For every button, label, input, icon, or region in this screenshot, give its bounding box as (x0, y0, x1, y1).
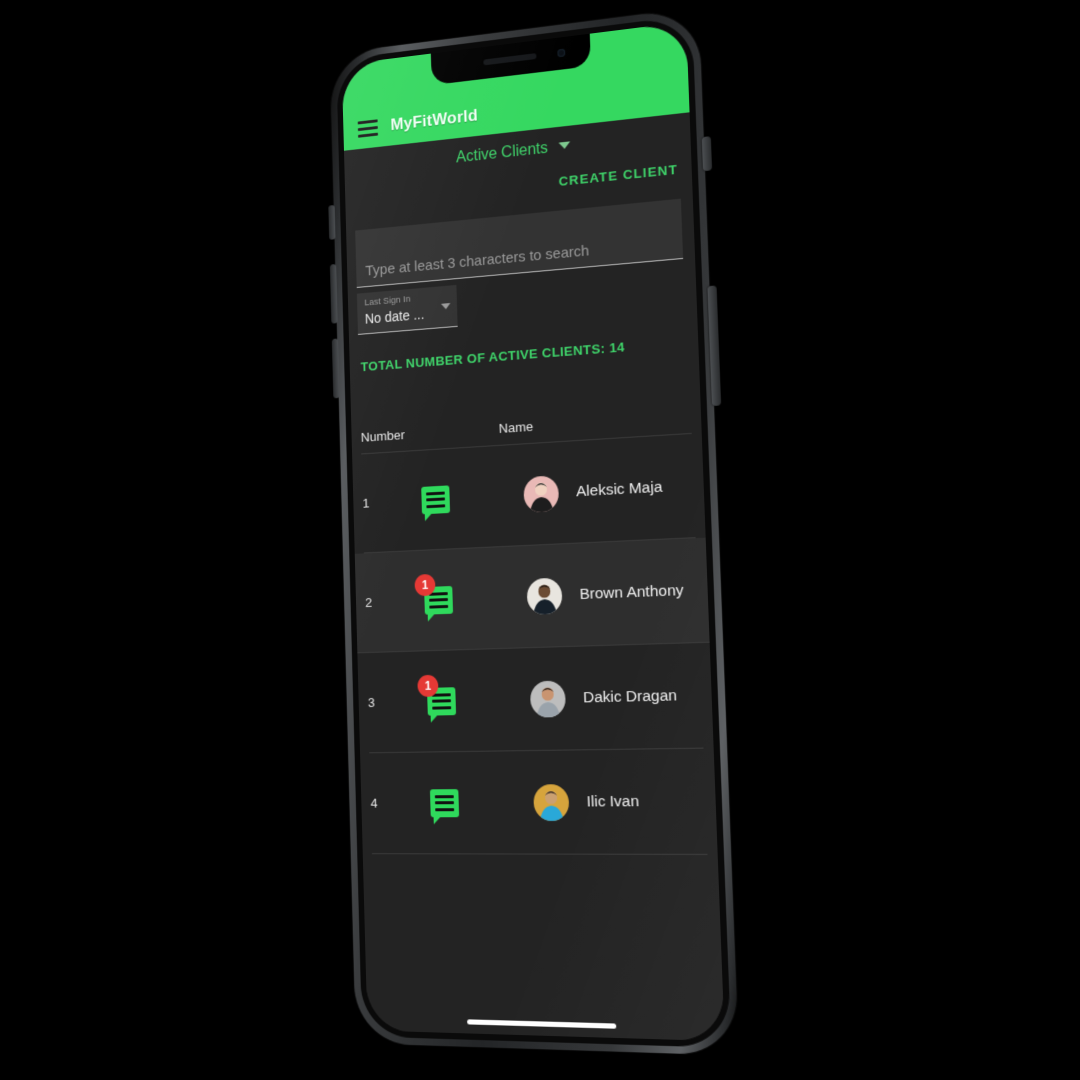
phone-mute-switch[interactable] (328, 205, 336, 240)
earpiece-speaker (483, 53, 537, 66)
phone-volume-down-button[interactable] (331, 338, 340, 399)
cell-client-name: Brown Anthony (579, 581, 684, 603)
chat-button[interactable]: 1 (402, 573, 528, 622)
unread-badge: 1 (417, 674, 439, 697)
chat-button[interactable]: 1 (405, 674, 531, 723)
avatar[interactable] (526, 577, 568, 615)
phone-side-button-top[interactable] (701, 136, 713, 172)
table-row[interactable]: 3 1 Dakic Dragan (366, 643, 704, 754)
cell-number: 1 (362, 495, 370, 511)
chevron-down-icon (558, 141, 571, 150)
client-list: 1 Aleksic Maja 2 1 Brown Anthony 3 1 Dakic Drag… (352, 433, 725, 1041)
column-header-number: Number (360, 427, 406, 445)
table-row[interactable]: 4 Ilic Ivan (369, 748, 708, 855)
app-title: MyFitWorld (390, 105, 479, 135)
table-row[interactable]: 2 1 Brown Anthony (354, 537, 710, 654)
phone-volume-up-button[interactable] (329, 263, 338, 324)
chat-bubble-icon[interactable] (429, 788, 460, 824)
chat-button[interactable] (407, 788, 534, 824)
chevron-down-icon[interactable] (441, 303, 451, 310)
hamburger-menu-icon[interactable] (357, 119, 379, 138)
front-camera-icon (557, 48, 566, 58)
unread-badge: 1 (414, 573, 436, 596)
avatar[interactable] (529, 679, 572, 718)
cell-client-name: Ilic Ivan (586, 792, 640, 811)
column-header-name: Name (498, 418, 534, 436)
last-sign-in-select[interactable]: Last Sign In No date ... (356, 284, 458, 335)
phone-power-button[interactable] (707, 285, 722, 407)
home-indicator (467, 1019, 617, 1029)
create-client-button[interactable]: CREATE CLIENT (558, 162, 678, 189)
screenshot-stage: MyFitWorld Active Clients CREATE CLIENT … (0, 0, 1080, 1080)
cell-number: 3 (367, 695, 376, 710)
date-filter-section: Last Sign In No date ... (356, 284, 458, 335)
cell-number: 4 (370, 795, 378, 811)
chat-bubble-icon[interactable] (421, 484, 451, 521)
cell-number: 2 (365, 595, 373, 610)
phone-device: MyFitWorld Active Clients CREATE CLIENT … (328, 7, 739, 1056)
avatar[interactable] (523, 474, 565, 513)
chat-button[interactable] (399, 481, 524, 521)
search-placeholder: Type at least 3 characters to search (365, 242, 590, 280)
avatar[interactable] (533, 783, 575, 821)
